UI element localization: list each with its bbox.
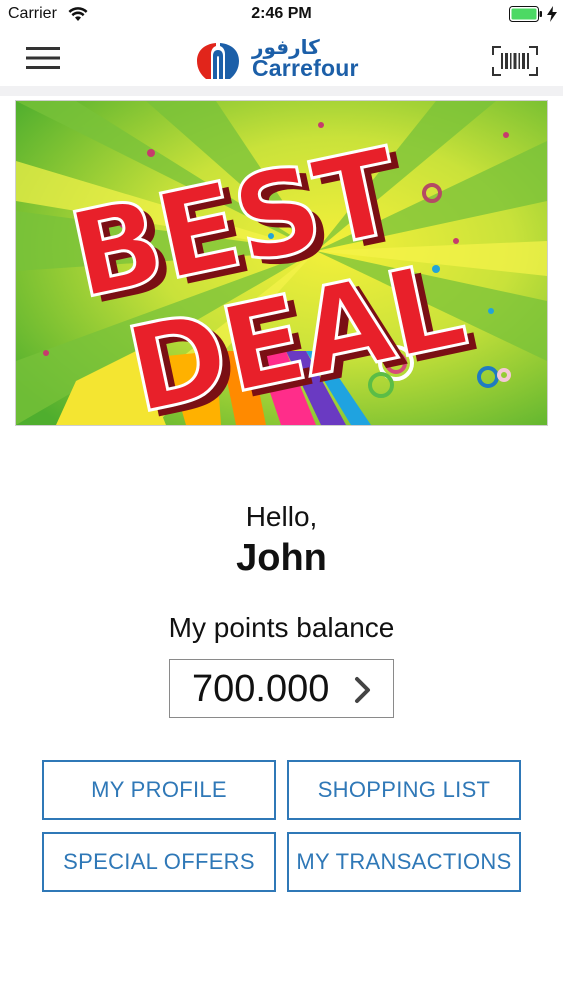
charging-icon <box>547 6 557 27</box>
user-name: John <box>236 537 327 579</box>
greeting-hello: Hello, <box>245 501 318 532</box>
battery-icon <box>509 6 543 28</box>
points-balance-label: My points balance <box>168 612 395 643</box>
header-divider <box>0 86 563 96</box>
barcode-icon[interactable] <box>492 46 538 81</box>
logo-text: Carrefour <box>252 55 359 81</box>
carrefour-mark-icon <box>194 39 242 86</box>
chevron-right-icon <box>354 676 372 709</box>
navigation-bar: كارفور Carrefour <box>0 30 563 86</box>
promo-banner[interactable]: BEST BEST DEAL DEAL <box>15 100 548 426</box>
shopping-list-button[interactable]: SHOPPING LIST <box>287 760 521 820</box>
menu-icon[interactable] <box>26 46 60 75</box>
special-offers-button[interactable]: SPECIAL OFFERS <box>42 832 276 892</box>
my-profile-button[interactable]: MY PROFILE <box>42 760 276 820</box>
home-screen: Carrier 2:46 PM كارفور Carrefour BEST BE… <box>0 0 563 1000</box>
my-transactions-button[interactable]: MY TRANSACTIONS <box>287 832 521 892</box>
status-bar: Carrier 2:46 PM <box>0 0 563 30</box>
points-balance-value: 700.000 <box>192 668 330 710</box>
points-balance-button[interactable]: 700.000 <box>169 659 394 718</box>
carrefour-logo: كارفور Carrefour <box>194 37 374 81</box>
status-time: 2:46 PM <box>251 5 312 22</box>
